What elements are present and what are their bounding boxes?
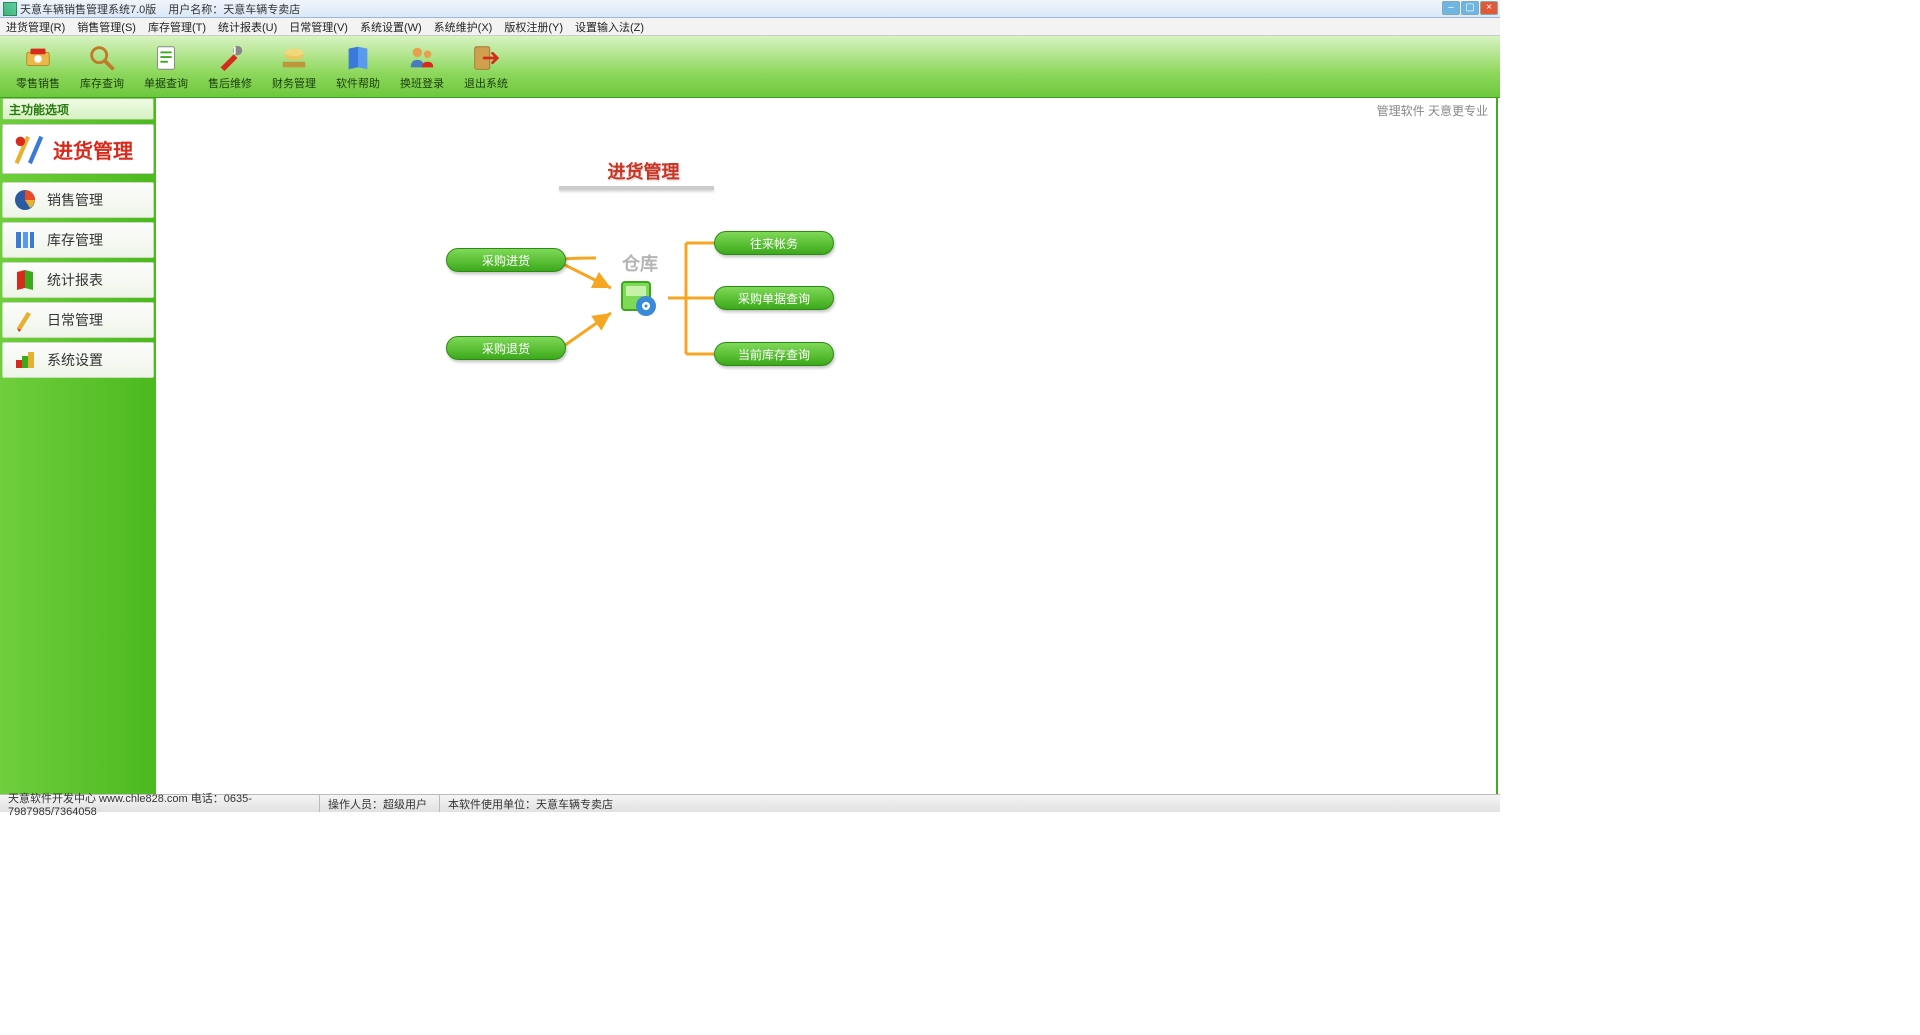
node-order-query-label: 采购单据查询: [738, 290, 810, 307]
menu-ime[interactable]: 设置输入法(Z): [575, 19, 644, 35]
menu-purchase[interactable]: 进货管理(R): [6, 19, 65, 35]
menu-bar: 进货管理(R) 销售管理(S) 库存管理(T) 统计报表(U) 日常管理(V) …: [0, 18, 1500, 36]
sidebar-sales-label: 销售管理: [47, 190, 103, 210]
toolbar-service-button[interactable]: 售后维修: [198, 39, 262, 95]
menu-maintenance[interactable]: 系统维护(X): [434, 19, 493, 35]
daily-icon: [13, 308, 37, 332]
sidebar-header: 主功能选项: [2, 98, 154, 120]
sidebar: 主功能选项 进货管理 销售管理 库存管理 统计报表 日常管理 系统设置: [0, 98, 156, 794]
toolbar-document-label: 单据查询: [144, 75, 188, 91]
diagram-title: 进货管理: [566, 158, 721, 184]
sidebar-active-label: 进货管理: [53, 135, 133, 164]
status-unit: 本软件使用单位：天意车辆专卖店: [440, 795, 1500, 812]
sidebar-item-daily[interactable]: 日常管理: [2, 302, 154, 338]
sidebar-settings-label: 系统设置: [47, 350, 103, 370]
node-purchase-in[interactable]: 采购进货: [446, 248, 566, 272]
sidebar-item-inventory[interactable]: 库存管理: [2, 222, 154, 258]
menu-sales[interactable]: 销售管理(S): [77, 19, 136, 35]
document-query-icon: [151, 43, 181, 73]
sidebar-daily-label: 日常管理: [47, 310, 103, 330]
toolbar-sale-button[interactable]: 零售销售: [6, 39, 70, 95]
inventory-icon: [13, 228, 37, 252]
sidebar-item-reports[interactable]: 统计报表: [2, 262, 154, 298]
menu-reports[interactable]: 统计报表(U): [218, 19, 277, 35]
after-service-icon: [215, 43, 245, 73]
warehouse-label: 仓库: [622, 250, 658, 276]
sales-icon: [13, 188, 37, 212]
sidebar-reports-label: 统计报表: [47, 270, 103, 290]
diagram: 进货管理 采购进货 采购退货 往来帐务 采购单据查询 当前库存查询 仓库: [316, 158, 876, 478]
title-bar: 天意车辆销售管理系统7.0版 用户名称：天意车辆专卖店 – ▢ ×: [0, 0, 1500, 18]
app-title: 天意车辆销售管理系统7.0版: [20, 1, 156, 17]
toolbar-sale-label: 零售销售: [16, 75, 60, 91]
shift-login-icon: [407, 43, 437, 73]
node-purchase-return-label: 采购退货: [482, 340, 530, 357]
diagram-title-underline: [559, 186, 714, 190]
settings-icon: [13, 348, 37, 372]
toolbar-shift-label: 换班登录: [400, 75, 444, 91]
toolbar-exit-button[interactable]: 退出系统: [454, 39, 518, 95]
toolbar-inventory-button[interactable]: 库存查询: [70, 39, 134, 95]
node-accounts[interactable]: 往来帐务: [714, 231, 834, 255]
node-stock-query-label: 当前库存查询: [738, 346, 810, 363]
menu-inventory[interactable]: 库存管理(T): [148, 19, 206, 35]
purchase-icon: [9, 130, 47, 168]
menu-daily[interactable]: 日常管理(V): [289, 19, 348, 35]
toolbar: 零售销售 库存查询 单据查询 售后维修 财务管理 软件帮助 换班登录 退出系统: [0, 36, 1500, 98]
toolbar-document-button[interactable]: 单据查询: [134, 39, 198, 95]
inventory-query-icon: [87, 43, 117, 73]
main-area: 主功能选项 进货管理 销售管理 库存管理 统计报表 日常管理 系统设置 管理软件…: [0, 98, 1498, 794]
status-operator: 操作人员：超级用户: [320, 795, 440, 812]
toolbar-inventory-label: 库存查询: [80, 75, 124, 91]
toolbar-shift-button[interactable]: 换班登录: [390, 39, 454, 95]
menu-settings[interactable]: 系统设置(W): [360, 19, 422, 35]
node-accounts-label: 往来帐务: [750, 235, 798, 252]
content-right-header: 管理软件 天意更专业: [1377, 102, 1488, 119]
content-area: 管理软件 天意更专业 进货管理 采购进货 采购退货 往来帐务 采购单据查询: [156, 98, 1496, 794]
toolbar-help-label: 软件帮助: [336, 75, 380, 91]
sidebar-active-purchase[interactable]: 进货管理: [2, 124, 154, 174]
status-bar: 天意软件开发中心 www.chle828.com 电话：0635-7987985…: [0, 794, 1500, 812]
app-icon: [3, 2, 17, 16]
minimize-button[interactable]: –: [1442, 1, 1460, 15]
toolbar-service-label: 售后维修: [208, 75, 252, 91]
warehouse-icon: [616, 274, 662, 320]
toolbar-help-button[interactable]: 软件帮助: [326, 39, 390, 95]
toolbar-exit-label: 退出系统: [464, 75, 508, 91]
diagram-lines: [316, 158, 876, 478]
menu-register[interactable]: 版权注册(Y): [504, 19, 563, 35]
finance-icon: [279, 43, 309, 73]
sidebar-item-sales[interactable]: 销售管理: [2, 182, 154, 218]
help-icon: [343, 43, 373, 73]
node-stock-query[interactable]: 当前库存查询: [714, 342, 834, 366]
node-purchase-return[interactable]: 采购退货: [446, 336, 566, 360]
node-purchase-in-label: 采购进货: [482, 252, 530, 269]
sidebar-item-settings[interactable]: 系统设置: [2, 342, 154, 378]
close-button[interactable]: ×: [1480, 1, 1498, 15]
toolbar-finance-label: 财务管理: [272, 75, 316, 91]
status-company: 天意软件开发中心 www.chle828.com 电话：0635-7987985…: [0, 795, 320, 812]
node-order-query[interactable]: 采购单据查询: [714, 286, 834, 310]
sale-icon: [23, 43, 53, 73]
user-title: 用户名称：天意车辆专卖店: [168, 1, 300, 17]
toolbar-finance-button[interactable]: 财务管理: [262, 39, 326, 95]
maximize-button[interactable]: ▢: [1461, 1, 1479, 15]
exit-icon: [471, 43, 501, 73]
reports-icon: [13, 268, 37, 292]
sidebar-inventory-label: 库存管理: [47, 230, 103, 250]
